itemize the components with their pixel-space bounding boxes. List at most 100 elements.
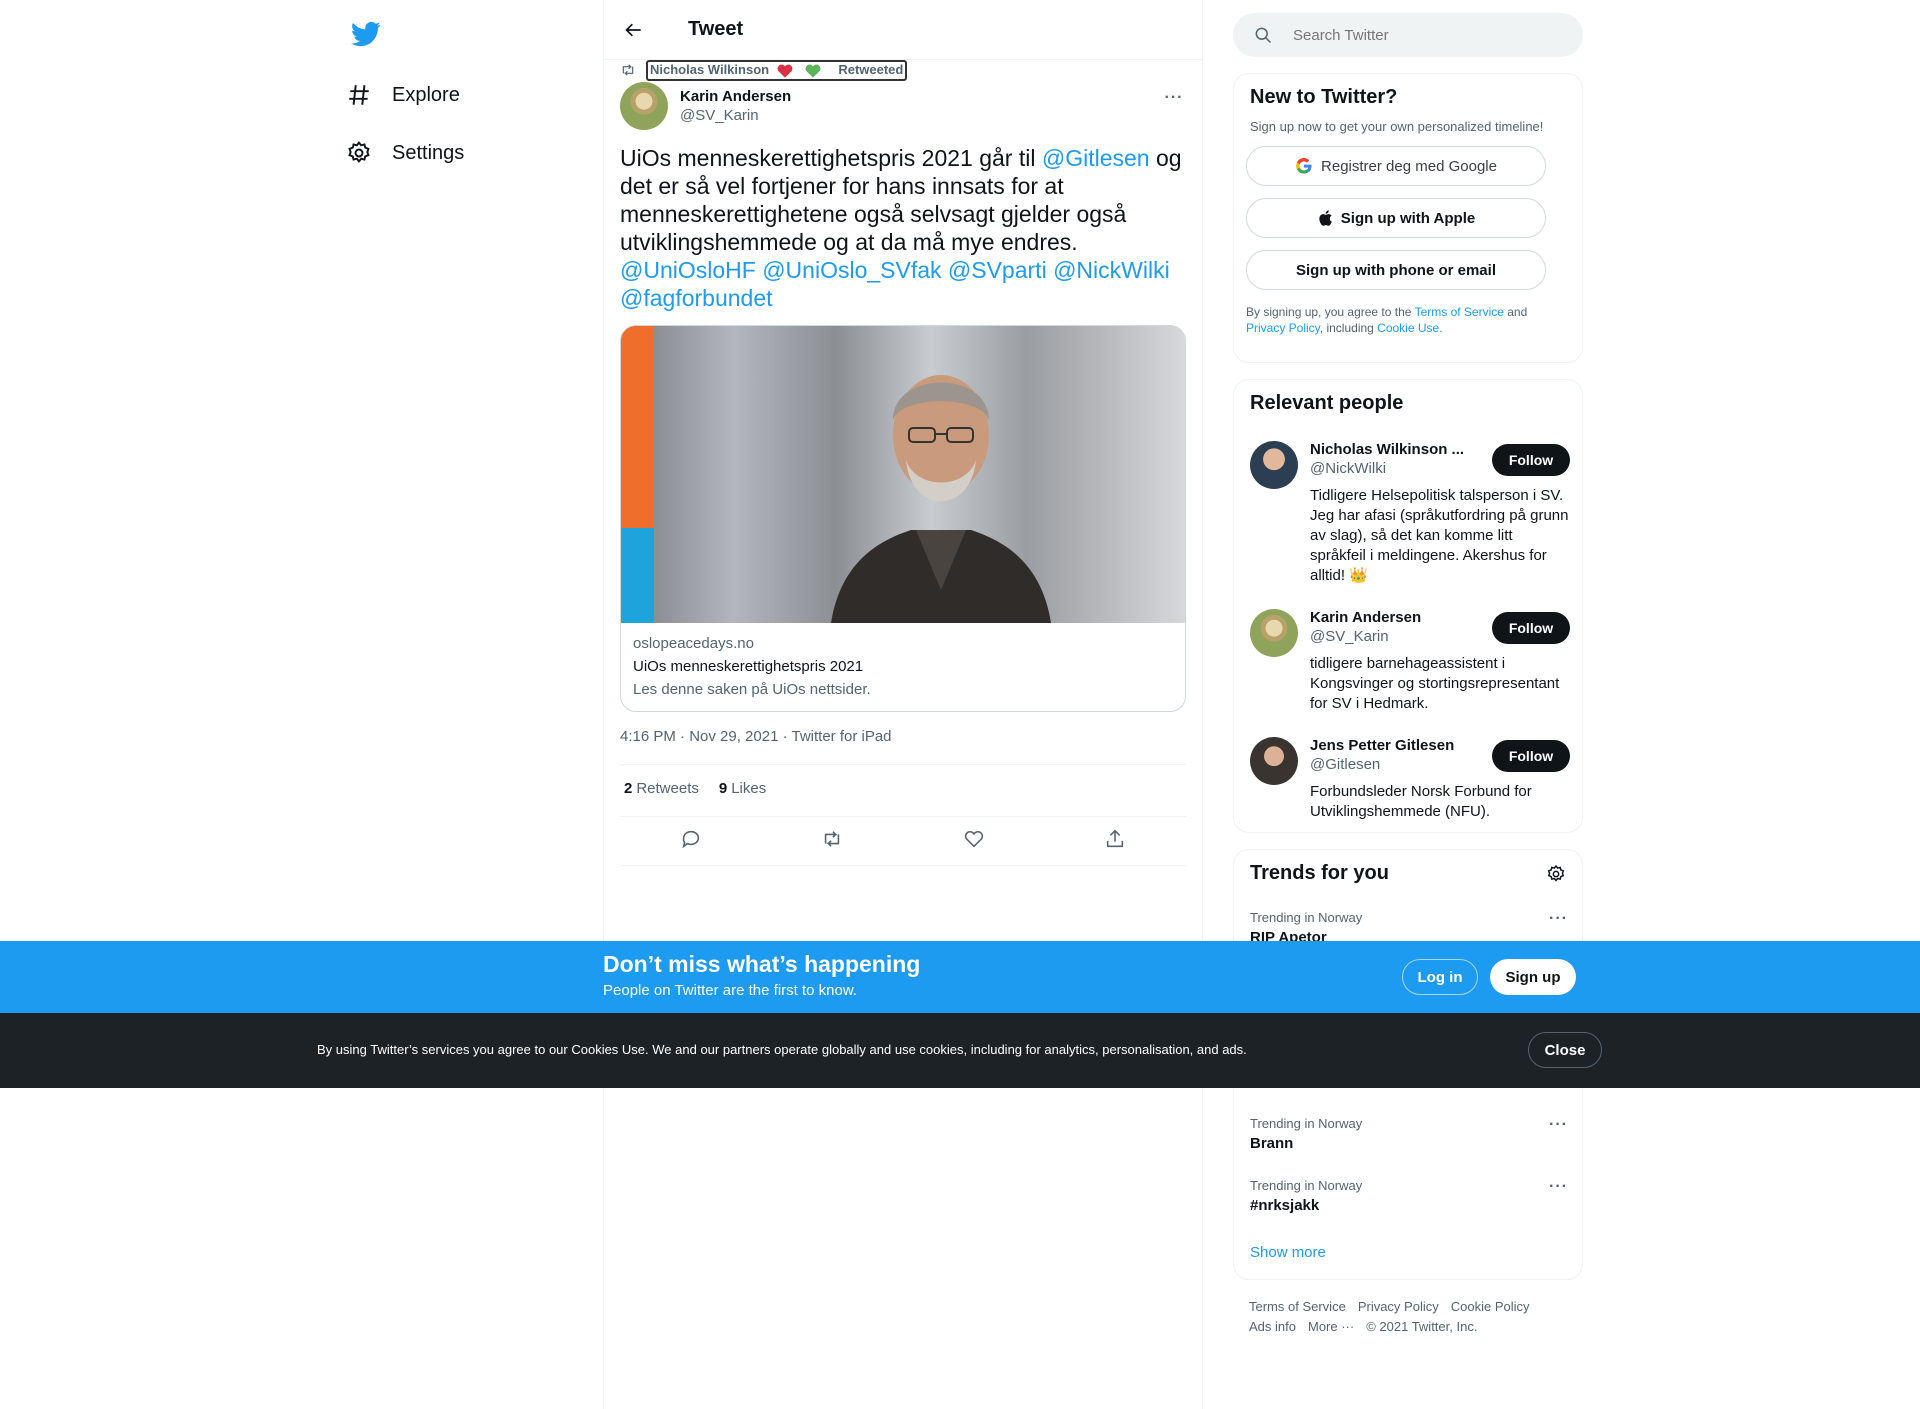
person-bio: tidligere barnehageassistent i Kongsving… [1310,655,1560,712]
signup-button[interactable]: Sign up [1490,959,1576,995]
trend-meta: Trending in Norway [1250,1178,1363,1193]
footer-link[interactable]: Terms of Service [1249,1299,1346,1314]
cookie-use-link[interactable]: Cookie Use. [1377,321,1442,335]
red-heart-icon [777,64,793,78]
login-button[interactable]: Log in [1402,959,1478,995]
divider [620,816,1186,817]
divider [620,764,1186,765]
search-input[interactable] [1293,26,1553,44]
nav-explore-label: Explore [392,83,460,106]
person-bio: Tidligere Helsepolitisk talsperson i SV.… [1310,487,1569,584]
signup-banner: Don’t miss what’s happening People on Tw… [0,941,1920,1013]
person-name[interactable]: Karin Andersen [1310,609,1490,626]
person-info: Nicholas Wilkinson ... @NickWilki [1310,441,1490,477]
tweet-author[interactable]: Karin Andersen @SV_Karin [620,82,791,130]
apple-signup-button[interactable]: Sign up with Apple [1246,198,1546,238]
hashtag-icon [349,85,369,105]
person-handle[interactable]: @Gitlesen [1310,756,1490,773]
more-options-icon[interactable]: ··· [1162,86,1186,110]
twitter-bird-icon[interactable] [351,19,381,49]
relevant-people-panel: Relevant people Nicholas Wilkinson ... @… [1233,379,1583,833]
hearts-emoji [777,63,831,79]
card-domain: oslopeacedays.no [633,635,754,652]
retweet-icon [622,64,634,77]
more-options-icon[interactable]: ··· [1549,1116,1568,1134]
tweet-timestamp[interactable]: 4:16 PM · Nov 29, 2021 · Twitter for iPa… [620,728,892,745]
mention-link[interactable]: @Gitlesen [1042,145,1150,171]
portrait-photo [831,375,1051,623]
avatar[interactable] [1250,737,1298,785]
retweets-count: 2 [624,780,633,797]
more-options-icon[interactable]: ··· [1549,910,1568,928]
mention-link[interactable]: @fagforbundet [620,285,773,311]
relevant-people-title: Relevant people [1250,392,1404,414]
follow-button[interactable]: Follow [1492,444,1570,476]
footer-link[interactable]: Ads info [1249,1319,1296,1334]
person-name[interactable]: Jens Petter Gitlesen [1310,737,1490,754]
trend-item[interactable]: Trending in Norway Brann ··· [1250,1116,1568,1152]
retweet-context-link[interactable]: Nicholas Wilkinson Retweeted [646,60,908,81]
google-signup-button[interactable]: Registrer deg med Google [1246,146,1546,186]
trend-name: #nrksjakk [1250,1197,1320,1214]
trend-item[interactable]: Trending in Norway #nrksjakk ··· [1250,1178,1568,1214]
avatar[interactable] [1250,609,1298,657]
more-options-icon[interactable]: ··· [1549,1178,1568,1196]
footer-links: Terms of Service Privacy Policy Cookie Pol… [1249,1297,1579,1337]
mention-link[interactable]: @UniOslo_SVfak [762,257,941,283]
person-handle[interactable]: @NickWilki [1310,460,1490,477]
avatar[interactable] [1250,441,1298,489]
card-title: UiOs menneskerettighetspris 2021 [633,658,864,675]
orange-stripe [621,326,654,528]
tweet-text: UiOs menneskerettighetspris 2021 går til… [620,144,1186,312]
banner-title: Don’t miss what’s happening [603,951,921,977]
show-more-link[interactable]: Show more [1250,1244,1326,1261]
footer-link[interactable]: Privacy Policy [1358,1299,1439,1314]
author-handle[interactable]: @SV_Karin [680,107,791,124]
reply-icon[interactable] [680,828,702,855]
phone-email-signup-button[interactable]: Sign up with phone or email [1246,250,1546,290]
page-title: Tweet [688,18,744,40]
person-name[interactable]: Nicholas Wilkinson ... [1310,441,1490,458]
retweeted-label: Retweeted [838,62,904,77]
follow-button[interactable]: Follow [1492,612,1570,644]
signup-panel: New to Twitter? Sign up now to get your … [1233,73,1583,363]
privacy-policy-link[interactable]: Privacy Policy [1246,321,1320,335]
terms-text: , including [1319,321,1378,335]
tweet-text-part: UiOs menneskerettighetspris 2021 går til [620,145,1042,171]
person-handle[interactable]: @SV_Karin [1310,628,1490,645]
person-bio: Forbundsleder Norsk Forbund for Utviklin… [1310,783,1532,820]
nav-explore[interactable]: Explore [346,69,460,121]
back-arrow-icon[interactable] [620,16,648,44]
card-meta: oslopeacedays.no UiOs menneskerettighets… [621,623,1185,710]
footer-link[interactable]: Cookie Policy [1451,1299,1530,1314]
footer-link[interactable]: More ··· [1308,1319,1354,1334]
close-button[interactable]: Close [1528,1032,1602,1068]
tweet-stats: 2 Retweets 9 Likes [624,780,766,797]
like-icon[interactable] [963,828,985,855]
trends-title: Trends for you [1250,862,1389,884]
terms-text: By signing up, you agree to the [1246,305,1415,319]
follow-button[interactable]: Follow [1492,740,1570,772]
terms-of-service-link[interactable]: Terms of Service [1415,305,1504,319]
mention-link[interactable]: @SVparti [948,257,1047,283]
mention-link[interactable]: @NickWilki [1053,257,1170,283]
search-bar[interactable] [1233,13,1583,57]
nav-settings[interactable]: Settings [346,127,464,179]
mention-link[interactable]: @UniOsloHF [620,257,756,283]
green-heart-icon [805,64,821,78]
retweets-stat[interactable]: 2 Retweets [624,780,699,797]
person-info: Jens Petter Gitlesen @Gitlesen [1310,737,1490,773]
trend-name: Brann [1250,1135,1294,1152]
link-card[interactable]: oslopeacedays.no UiOs menneskerettighets… [620,325,1186,712]
avatar[interactable] [620,82,668,130]
google-signup-label: Registrer deg med Google [1321,157,1497,175]
likes-stat[interactable]: 9 Likes [719,780,766,797]
author-name[interactable]: Karin Andersen [680,88,791,105]
retweet-context: Nicholas Wilkinson Retweeted [620,60,908,81]
gear-icon[interactable] [1546,864,1566,884]
retweet-icon[interactable] [821,828,843,855]
tweet-header: Tweet [604,0,1202,60]
share-icon[interactable] [1104,828,1126,855]
likes-count: 9 [718,780,728,797]
card-description: Les denne saken på UiOs nettsider. [633,681,871,698]
